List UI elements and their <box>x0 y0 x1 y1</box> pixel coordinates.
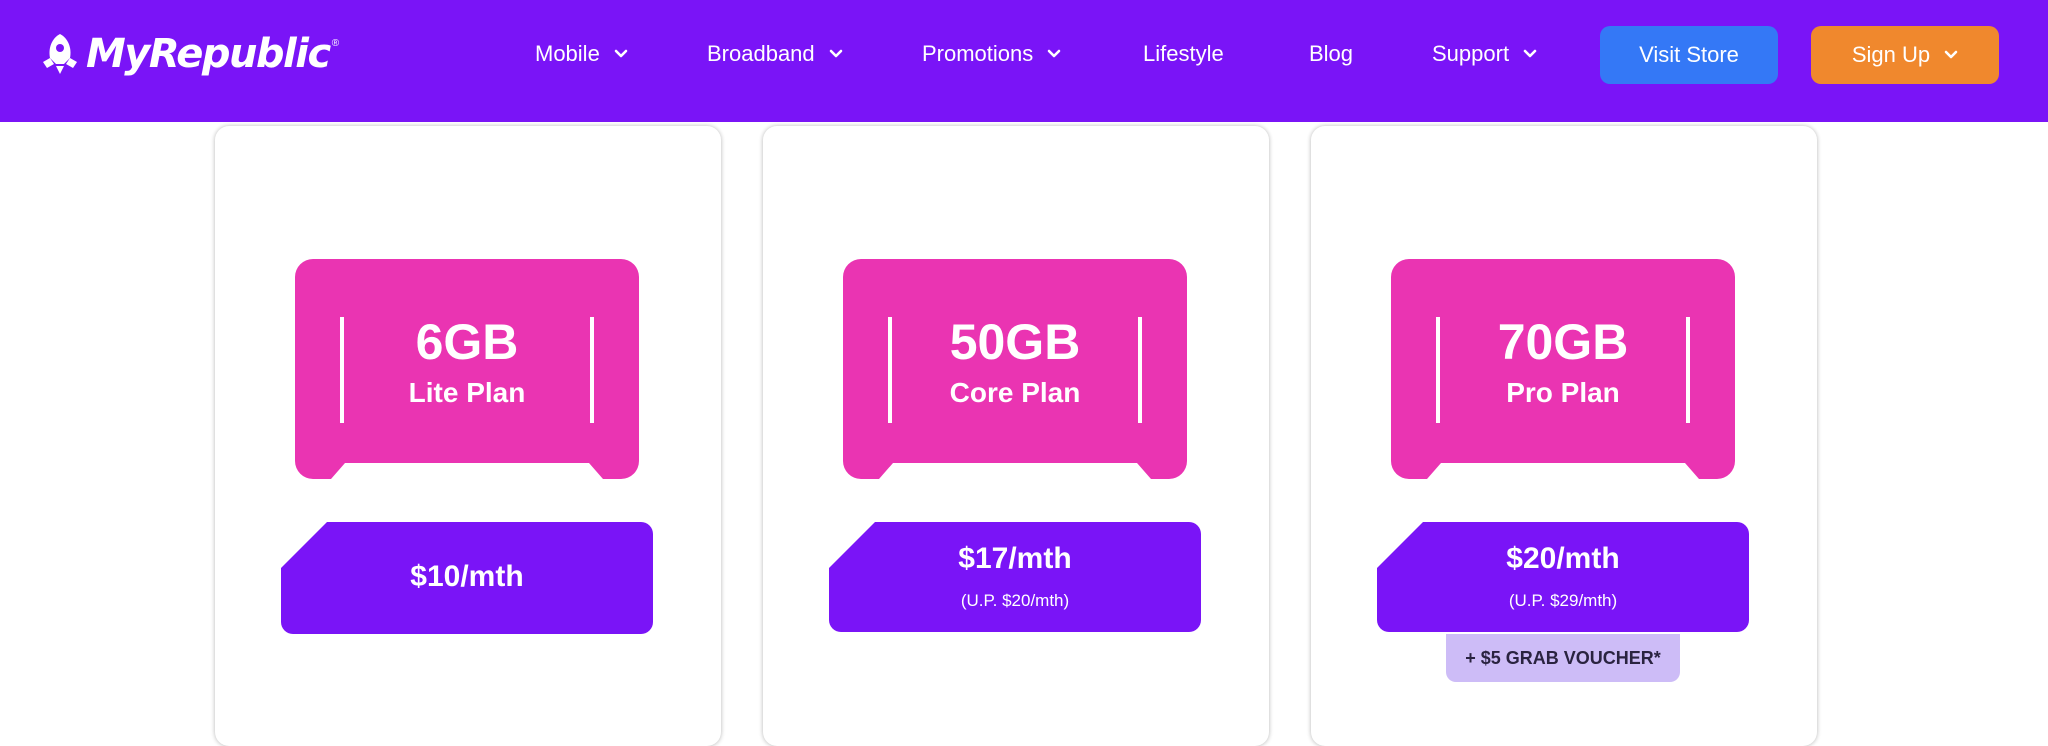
chevron-down-icon <box>614 49 628 58</box>
price-tag: $10/mth <box>281 522 653 634</box>
plan-card-core[interactable]: 50GB Core Plan $17/mth (U.P. $20/mth) <box>763 126 1269 746</box>
nav-item-blog[interactable]: Blog <box>1309 36 1353 72</box>
sign-up-label: Sign Up <box>1851 42 1931 67</box>
plan-card-lite[interactable]: 6GB Lite Plan $10/mth <box>215 126 721 746</box>
plan-price: $20/mth <box>1506 542 1620 575</box>
nav-item-lifestyle[interactable]: Lifestyle <box>1143 36 1224 72</box>
visit-store-label: Visit Store <box>1639 42 1739 67</box>
chevron-down-icon <box>1944 50 1958 59</box>
plan-data-size: 70GB <box>1497 314 1629 370</box>
sim-card-graphic: 50GB Core Plan <box>843 259 1187 479</box>
plan-price: $10/mth <box>410 560 524 593</box>
brand-name: MyRepublic <box>86 31 331 77</box>
nav-item-support[interactable]: Support <box>1432 36 1537 72</box>
sign-up-button[interactable]: Sign Up <box>1811 26 1999 84</box>
nav-item-label: Broadband <box>707 41 815 66</box>
nav-item-mobile[interactable]: Mobile <box>535 36 628 72</box>
grab-voucher-badge: + $5 GRAB VOUCHER* <box>1446 634 1680 682</box>
nav-item-label: Support <box>1432 41 1510 66</box>
nav-item-label: Mobile <box>535 41 600 66</box>
price-tag-shape <box>1377 522 1749 632</box>
nav-item-label: Blog <box>1309 41 1354 66</box>
nav-item-promotions[interactable]: Promotions <box>922 36 1061 72</box>
voucher-label: + $5 GRAB VOUCHER* <box>1465 647 1661 668</box>
plan-data-size: 6GB <box>415 314 519 370</box>
nav-item-label: Promotions <box>922 41 1034 66</box>
plan-name: Pro Plan <box>1506 377 1620 408</box>
chevron-down-icon <box>1523 49 1537 58</box>
price-tag: $17/mth (U.P. $20/mth) <box>829 522 1201 632</box>
plan-price: $17/mth <box>958 542 1072 575</box>
visit-store-button[interactable]: Visit Store <box>1600 26 1778 84</box>
nav-item-label: Lifestyle <box>1143 41 1224 66</box>
sim-card-graphic: 70GB Pro Plan <box>1391 259 1735 479</box>
registered-mark: ® <box>331 38 340 49</box>
myrepublic-logo[interactable]: MyRepublic ® <box>38 26 339 82</box>
plan-data-size: 50GB <box>949 314 1081 370</box>
chevron-down-icon <box>1047 49 1061 58</box>
price-tag: $20/mth (U.P. $29/mth) <box>1377 522 1749 632</box>
plan-usual-price: (U.P. $20/mth) <box>960 591 1070 610</box>
plan-name: Core Plan <box>949 377 1081 408</box>
price-tag-shape <box>829 522 1201 632</box>
rocket-icon <box>43 34 77 74</box>
plan-usual-price: (U.P. $29/mth) <box>1508 591 1618 610</box>
top-navbar: MyRepublic ® Mobile Broadband Promotions… <box>0 0 2048 122</box>
nav-item-broadband[interactable]: Broadband <box>707 36 843 72</box>
plan-name: Lite Plan <box>408 377 526 408</box>
chevron-down-icon <box>829 49 842 58</box>
sim-card-graphic: 6GB Lite Plan <box>295 259 639 479</box>
